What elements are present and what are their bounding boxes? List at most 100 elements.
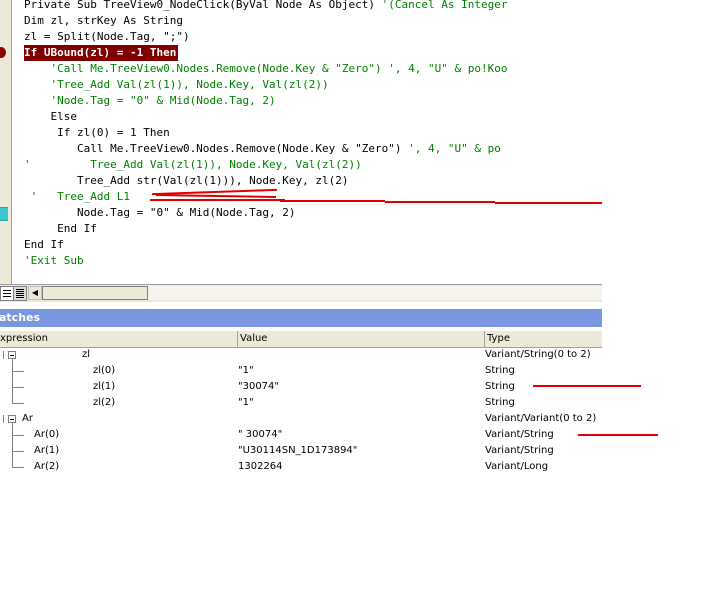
full-module-view-button[interactable] xyxy=(13,286,27,301)
watch-row[interactable]: Ar(0) " 30074" Variant/String xyxy=(0,427,602,443)
breakpoint-icon[interactable] xyxy=(0,47,6,58)
tree-connector xyxy=(12,403,24,404)
watches-title-bar[interactable]: atches xyxy=(0,309,602,327)
watch-expression: zl(1) xyxy=(93,381,116,392)
code-line[interactable]: zl = Split(Node.Tag, ";") xyxy=(24,29,190,45)
watch-value[interactable]: " 30074" xyxy=(238,427,282,443)
annotation-underline xyxy=(495,202,602,204)
watch-expression: zl(2) xyxy=(93,397,116,408)
code-line[interactable]: End If xyxy=(24,237,64,253)
watch-type: Variant/String xyxy=(485,429,554,440)
code-line[interactable]: Private Sub TreeView0_NodeClick(ByVal No… xyxy=(24,0,507,13)
code-comment: 'Call Me.TreeView0.Nodes.Remove(Node.Key… xyxy=(50,62,508,75)
code-line[interactable]: 'Tree_Add Val(zl(1)), Node.Key, Val(zl(2… xyxy=(24,77,329,93)
watch-type: Variant/String(0 to 2) xyxy=(485,349,591,360)
tree-connector xyxy=(12,371,24,372)
watch-glasses-icon xyxy=(0,351,4,359)
code-comment: ', 4, "U" & po xyxy=(408,142,501,155)
margin-indicator-bar[interactable] xyxy=(0,0,12,284)
code-line[interactable]: ' Tree_Add Val(zl(1)), Node.Key, Val(zl(… xyxy=(24,157,362,173)
code-text: Dim zl, strKey As String xyxy=(24,14,183,27)
code-line[interactable]: End If xyxy=(24,221,97,237)
code-line[interactable]: Dim zl, strKey As String xyxy=(24,13,183,29)
code-text: zl = Split(Node.Tag, ";") xyxy=(24,30,190,43)
watch-expression: Ar(2) xyxy=(34,461,60,472)
column-header-type[interactable]: Type xyxy=(485,331,602,347)
code-text: Call Me.TreeView0.Nodes.Remove(Node.Key … xyxy=(24,142,409,155)
watch-group-row[interactable]: Ar Variant/Variant(0 to 2) xyxy=(0,411,602,427)
tree-connector xyxy=(12,423,13,427)
code-text: End If xyxy=(24,238,64,251)
annotation-underline xyxy=(533,385,641,387)
watch-expression: Ar xyxy=(22,413,33,424)
code-editor[interactable]: Private Sub TreeView0_NodeClick(ByVal No… xyxy=(0,0,602,284)
watch-expression: zl xyxy=(82,349,91,360)
code-comment: ' Tree_Add L1 xyxy=(24,190,130,203)
code-text: Private Sub TreeView0_NodeClick(ByVal No… xyxy=(24,0,382,11)
annotation-underline xyxy=(578,434,658,436)
watches-title: atches xyxy=(0,311,41,324)
watch-type: String xyxy=(485,381,515,392)
watch-expression: Ar(1) xyxy=(34,445,60,456)
watch-value[interactable]: "1" xyxy=(238,363,254,379)
watch-row[interactable]: zl(2) "1" String xyxy=(0,395,602,411)
watch-value[interactable]: "U30114SN_1D173894" xyxy=(238,443,357,459)
tree-connector xyxy=(12,467,24,468)
code-line[interactable]: 'Exit Sub xyxy=(24,253,84,269)
code-line[interactable]: Else xyxy=(24,109,77,125)
code-comment: 'Exit Sub xyxy=(24,254,84,267)
code-comment: '(Cancel As Integer xyxy=(381,0,508,11)
horizontal-scrollbar[interactable]: ◀ xyxy=(28,286,602,300)
column-header-value[interactable]: Value xyxy=(238,331,485,347)
procedure-view-button[interactable] xyxy=(0,286,14,301)
code-line[interactable]: 'Call Me.TreeView0.Nodes.Remove(Node.Key… xyxy=(24,61,508,77)
watch-value[interactable]: "1" xyxy=(238,395,254,411)
watch-type: String xyxy=(485,397,515,408)
watch-row[interactable]: zl(1) "30074" String xyxy=(0,379,602,395)
collapse-icon[interactable] xyxy=(8,415,16,423)
code-text: Else xyxy=(24,110,77,123)
code-line[interactable]: 'Node.Tag = "0" & Mid(Node.Tag, 2) xyxy=(24,93,276,109)
watch-group-row[interactable]: zl Variant/String(0 to 2) xyxy=(0,347,602,363)
annotation-strikethrough xyxy=(150,199,285,201)
code-comment: 'Node.Tag = "0" & Mid(Node.Tag, 2) xyxy=(50,94,276,107)
code-line[interactable]: Tree_Add str(Val(zl(1))), Node.Key, zl(2… xyxy=(24,173,349,189)
watch-glasses-icon xyxy=(0,415,4,423)
editor-status-bar: ◀ xyxy=(0,284,602,302)
scroll-left-icon[interactable]: ◀ xyxy=(28,286,42,300)
annotation-underline xyxy=(280,200,385,202)
code-line[interactable]: If zl(0) = 1 Then xyxy=(24,125,170,141)
current-line-marker-icon xyxy=(0,207,8,221)
code-text: If zl(0) = 1 Then xyxy=(24,126,170,139)
annotation-strikethrough xyxy=(155,193,277,199)
watch-type: Variant/String xyxy=(485,445,554,456)
code-text: Tree_Add str(Val(zl(1))), Node.Key, zl(2… xyxy=(24,174,349,187)
code-text: End If xyxy=(24,222,97,235)
collapse-icon[interactable] xyxy=(8,351,16,359)
watch-row[interactable]: Ar(2) 1302264 Variant/Long xyxy=(0,459,602,475)
tree-connector xyxy=(12,359,13,363)
watch-value[interactable]: 1302264 xyxy=(238,459,283,475)
annotation-underline xyxy=(385,201,495,203)
code-line[interactable]: Call Me.TreeView0.Nodes.Remove(Node.Key … xyxy=(24,141,501,157)
watch-type: String xyxy=(485,365,515,376)
watch-row[interactable]: zl(0) "1" String xyxy=(0,363,602,379)
code-line[interactable]: ' Tree_Add L1 xyxy=(24,189,130,205)
watch-row[interactable]: Ar(1) "U30114SN_1D173894" Variant/String xyxy=(0,443,602,459)
watch-expression: Ar(0) xyxy=(34,429,60,440)
scroll-thumb[interactable] xyxy=(42,286,148,300)
watches-window: atches xpression Value Type zl Variant/St… xyxy=(0,309,658,600)
tree-connector xyxy=(12,387,24,388)
code-comment: 'Tree_Add Val(zl(1)), Node.Key, Val(zl(2… xyxy=(50,78,329,91)
code-comment: ' Tree_Add Val(zl(1)), Node.Key, Val(zl(… xyxy=(24,158,362,171)
watch-type: Variant/Variant(0 to 2) xyxy=(485,413,597,424)
column-header-expression[interactable]: xpression xyxy=(0,331,238,347)
current-statement-line[interactable]: If UBound(zl) = -1 Then xyxy=(24,45,179,61)
code-text: If UBound(zl) = -1 Then xyxy=(24,46,177,59)
watch-value[interactable]: "30074" xyxy=(238,379,279,395)
watches-column-header: xpression Value Type xyxy=(0,331,602,348)
code-line[interactable]: Node.Tag = "0" & Mid(Node.Tag, 2) xyxy=(24,205,296,221)
